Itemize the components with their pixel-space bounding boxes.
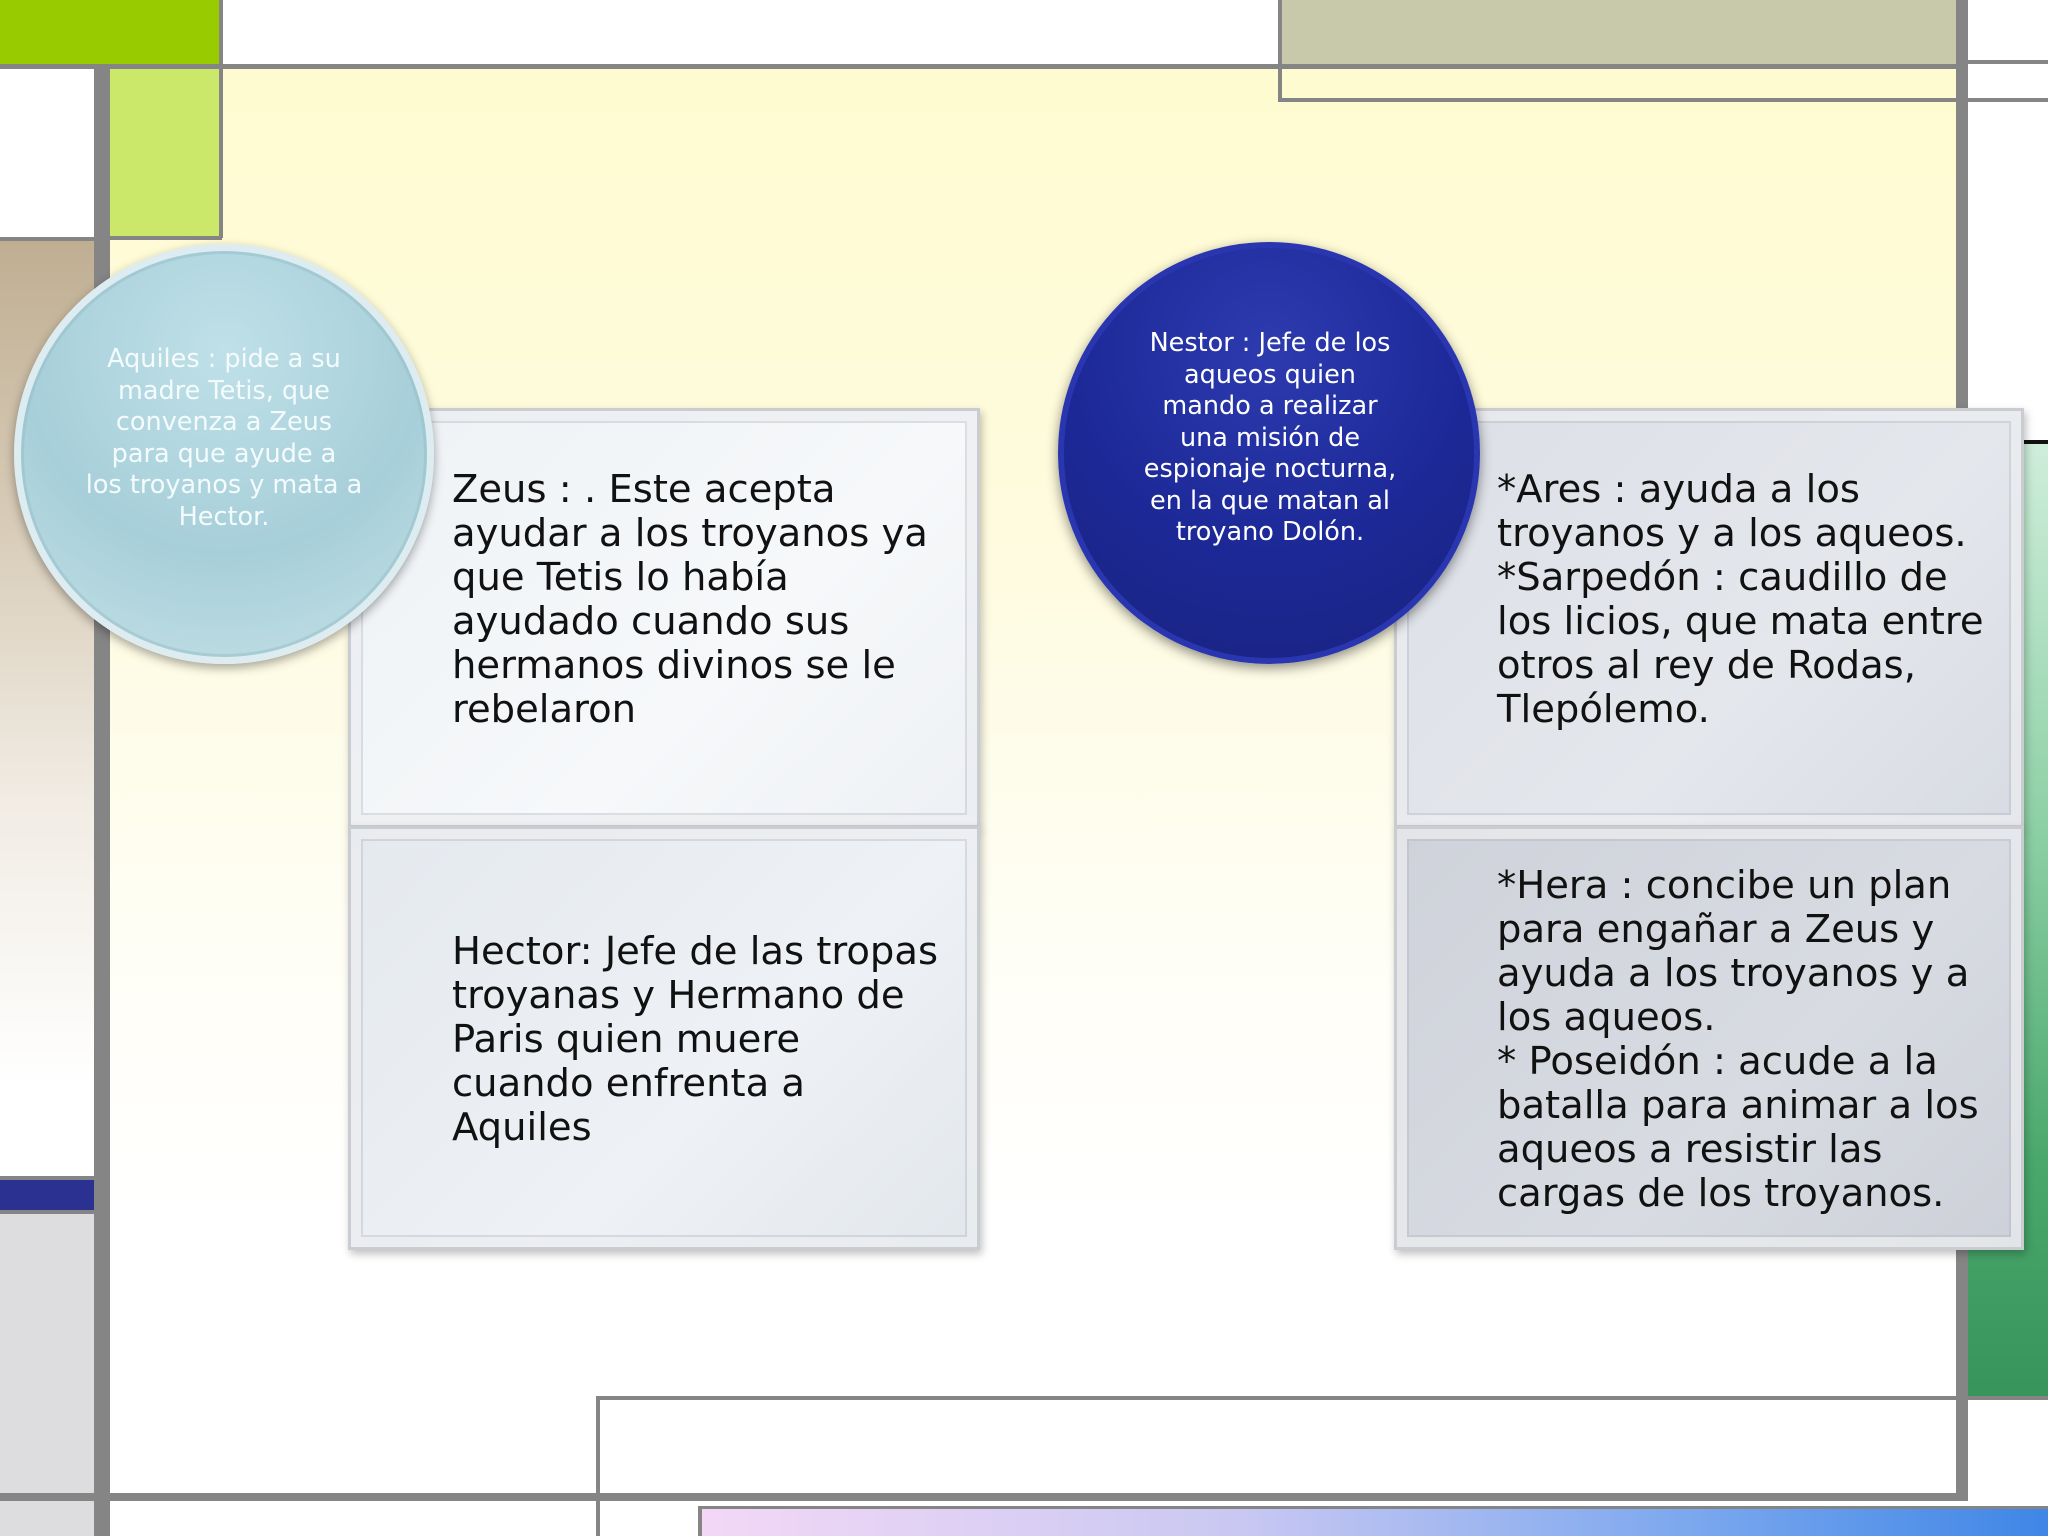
- zeus-text: Zeus : . Este acepta ayudar a los troyan…: [452, 467, 928, 732]
- lime-corner-block: [0, 0, 221, 64]
- navy-side-stripe: [0, 1180, 94, 1210]
- ares-sarpedon-text: *Ares : ayuda a los troyanos y a los aqu…: [1497, 467, 1984, 732]
- frame-line: [110, 236, 222, 240]
- bottom-gradient-stripe: [700, 1508, 2048, 1536]
- frame-line: [596, 1396, 1958, 1400]
- hector-text: Hector: Jefe de las tropas troyanas y He…: [452, 929, 939, 1150]
- frame-line: [596, 1396, 600, 1536]
- grey-side-block: [0, 1212, 94, 1536]
- aquiles-text: Aquiles : pide a su madre Tetis, que con…: [85, 344, 363, 532]
- hera-poseidon-text: *Hera : concibe un plan para engañar a Z…: [1497, 863, 1979, 1216]
- frame-line: [0, 1176, 94, 1180]
- light-lime-block: [110, 68, 221, 238]
- frame-line: [1278, 0, 1282, 102]
- frame-line: [0, 64, 1960, 69]
- frame-line: [698, 1506, 702, 1536]
- khaki-block: [1280, 0, 1958, 64]
- frame-line: [1278, 98, 2048, 102]
- frame-line: [0, 1493, 1960, 1501]
- nestor-text: Nestor : Jefe de los aqueos quien mando …: [1143, 328, 1397, 547]
- frame-line: [1960, 60, 2048, 64]
- frame-line: [1966, 1396, 2048, 1400]
- frame-line: [698, 1506, 2048, 1509]
- frame-line: [0, 237, 94, 241]
- frame-line: [0, 1210, 94, 1214]
- frame-line: [219, 0, 223, 238]
